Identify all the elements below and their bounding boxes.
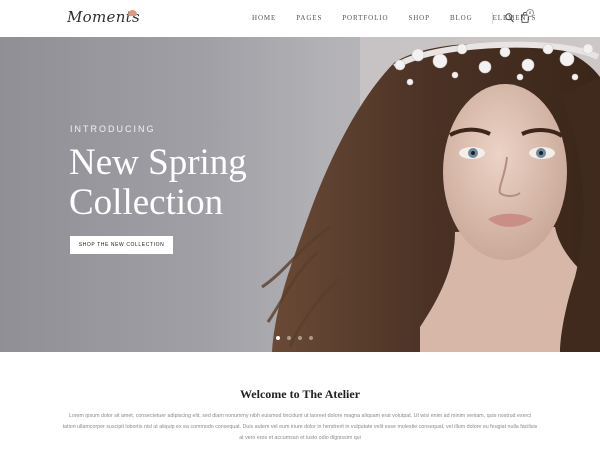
slider-dots — [276, 336, 313, 340]
hero-slider: INTRODUCING New Spring Collection SHOP T… — [0, 37, 600, 352]
logo-mark-icon — [128, 10, 137, 16]
nav-blog[interactable]: BLOG — [450, 14, 473, 26]
site-header: Moments HOME PAGES PORTFOLIO SHOP BLOG E… — [0, 0, 600, 37]
hero-headline: New Spring Collection — [69, 142, 247, 223]
nav-pages[interactable]: PAGES — [296, 14, 322, 26]
nav-home[interactable]: HOME — [252, 14, 276, 26]
cart-count-badge: 0 — [526, 9, 534, 17]
shop-collection-button[interactable]: SHOP THE NEW COLLECTION — [70, 236, 173, 254]
nav-divider — [492, 12, 493, 24]
slider-dot[interactable] — [287, 336, 291, 340]
nav-shop[interactable]: SHOP — [408, 14, 430, 26]
welcome-title: Welcome to The Atelier — [239, 387, 361, 401]
hero-eyebrow: INTRODUCING — [70, 124, 156, 134]
nav-portfolio[interactable]: PORTFOLIO — [342, 14, 388, 26]
slider-dot[interactable] — [309, 336, 313, 340]
slider-dot[interactable] — [276, 336, 280, 340]
search-icon[interactable] — [505, 13, 514, 23]
welcome-body: Lorem ipsum dolor sit amet, consectetuer… — [62, 413, 538, 441]
slider-dot[interactable] — [298, 336, 302, 340]
